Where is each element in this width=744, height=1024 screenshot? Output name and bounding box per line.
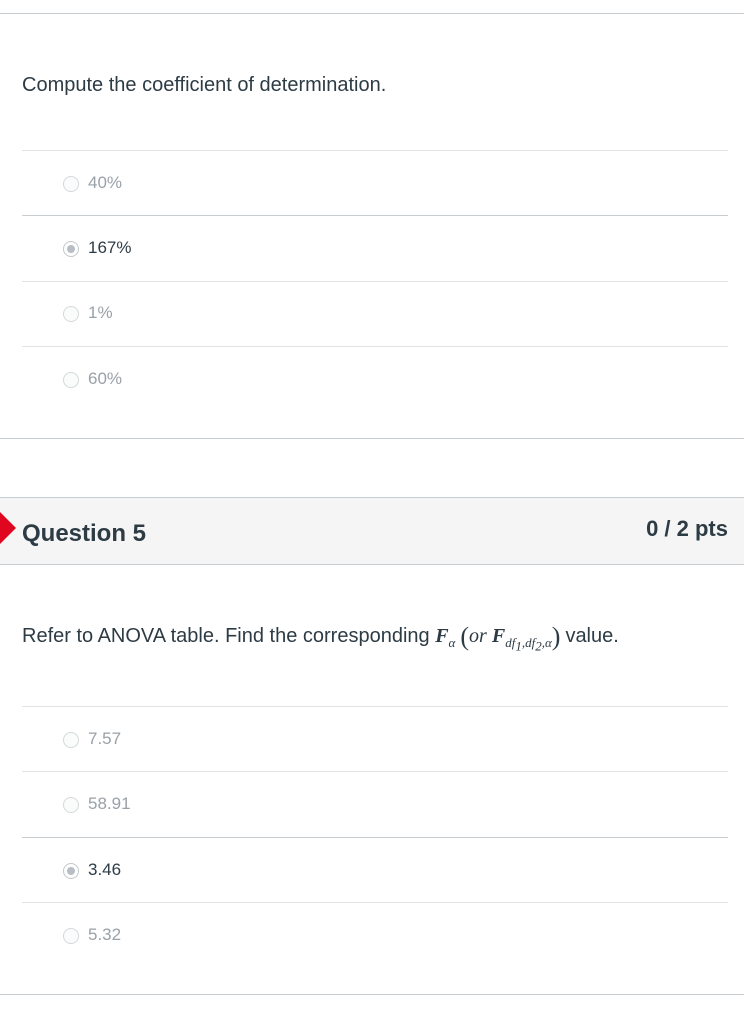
prompt-suffix: value.	[565, 625, 619, 647]
question-4-bottom-border	[0, 438, 744, 439]
answer-option-167[interactable]: 167%	[22, 217, 728, 281]
answer-label: 3.46	[88, 860, 122, 879]
radio-button[interactable]	[63, 176, 79, 192]
answer-option-1[interactable]: 1%	[22, 282, 728, 346]
answer-label: 40%	[88, 173, 123, 192]
formula-alpha: α	[448, 635, 456, 650]
formula: Fα (or Fdf1,df2,α)	[435, 622, 561, 654]
radio-button-selected[interactable]	[63, 241, 79, 257]
question-5-bottom-border	[0, 994, 744, 995]
answer-option-3-46[interactable]: 3.46	[22, 839, 728, 903]
answer-option-7-57[interactable]: 7.57	[22, 708, 728, 772]
radio-button-selected[interactable]	[63, 863, 79, 879]
formula-or: or	[469, 625, 487, 647]
radio-button[interactable]	[63, 306, 79, 322]
answer-label: 167%	[88, 238, 132, 257]
answer-divider	[22, 150, 728, 151]
formula-df2: df	[525, 635, 536, 650]
answer-option-5-32[interactable]: 5.32	[22, 904, 728, 968]
formula-f2: F	[491, 625, 506, 647]
answer-divider	[22, 346, 728, 347]
answer-divider	[22, 706, 728, 707]
radio-button[interactable]	[63, 372, 79, 388]
answer-divider	[22, 902, 728, 903]
formula-alpha-sub: α	[544, 635, 552, 650]
incorrect-marker-icon	[0, 510, 16, 546]
question-4-top-border	[0, 13, 744, 14]
radio-button[interactable]	[63, 732, 79, 748]
question-5-header: Question 5 0 / 2 pts	[0, 497, 744, 565]
answer-label: 58.91	[88, 794, 131, 813]
question-5-prompt: Refer to ANOVA table. Find the correspon…	[22, 622, 619, 655]
radio-button[interactable]	[63, 797, 79, 813]
question-4-prompt: Compute the coefficient of determination…	[22, 74, 387, 96]
answer-label: 5.32	[88, 925, 122, 944]
answer-option-58-91[interactable]: 58.91	[22, 773, 728, 837]
answer-label: 60%	[88, 369, 123, 388]
answer-divider	[22, 215, 728, 216]
question-points: 0 / 2 pts	[646, 516, 728, 541]
answer-option-60[interactable]: 60%	[22, 348, 728, 412]
radio-button[interactable]	[63, 928, 79, 944]
prompt-prefix: Refer to ANOVA table. Find the correspon…	[22, 625, 430, 647]
answer-label: 7.57	[88, 729, 122, 748]
answer-divider	[22, 771, 728, 772]
formula-df1: df	[505, 635, 516, 650]
question-title: Question 5	[22, 520, 147, 547]
answer-option-40[interactable]: 40%	[22, 152, 728, 216]
answer-divider	[22, 837, 728, 838]
formula-f: F	[435, 625, 449, 647]
answer-label: 1%	[88, 303, 113, 322]
